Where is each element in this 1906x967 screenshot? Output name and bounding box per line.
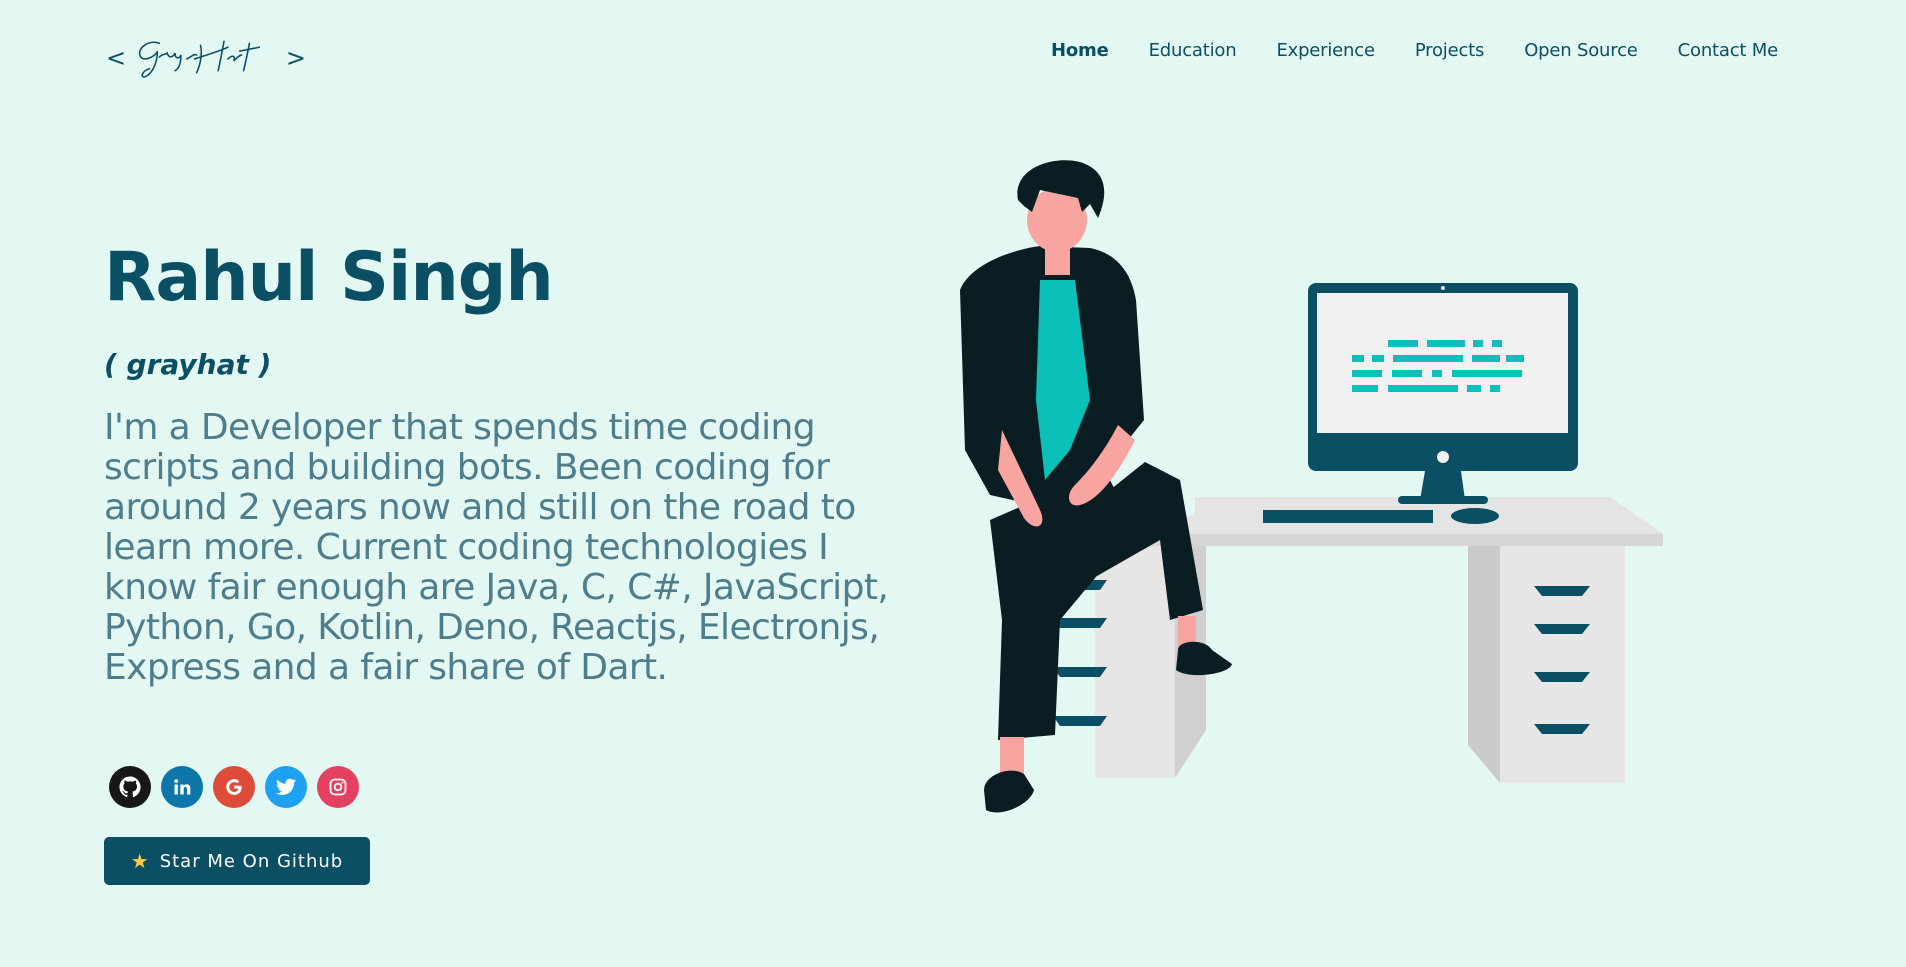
social-links: [109, 766, 359, 808]
logo[interactable]: < >: [106, 30, 306, 86]
site-header: < > Home Education Experience Projects O…: [0, 0, 1906, 110]
google-icon: [226, 779, 242, 795]
nav-item-projects[interactable]: Projects: [1415, 40, 1485, 61]
keyboard-illustration: [1263, 510, 1433, 523]
signature-logo-icon: [138, 40, 261, 78]
github-link[interactable]: [109, 766, 151, 808]
logo-close-bracket: >: [285, 44, 306, 72]
github-icon: [119, 776, 141, 798]
mouse-illustration: [1451, 508, 1499, 524]
google-link[interactable]: [213, 766, 255, 808]
nav-item-open-source[interactable]: Open Source: [1524, 40, 1638, 61]
instagram-icon: [329, 778, 347, 796]
logo-open-bracket: <: [106, 44, 127, 72]
hero-description: I'm a Developer that spends time coding …: [104, 407, 889, 688]
linkedin-link[interactable]: [161, 766, 203, 808]
nav-item-experience[interactable]: Experience: [1276, 40, 1375, 61]
nav-item-home[interactable]: Home: [1051, 40, 1109, 61]
star-button-label: Star Me On Github: [159, 850, 344, 872]
developer-illustration: [960, 160, 1663, 813]
star-me-on-github-button[interactable]: ★ Star Me On Github: [104, 837, 370, 885]
nav-item-contact-me[interactable]: Contact Me: [1678, 40, 1779, 61]
twitter-icon: [275, 778, 297, 795]
nav-item-education[interactable]: Education: [1149, 40, 1237, 61]
star-icon: ★: [130, 849, 150, 873]
instagram-link[interactable]: [317, 766, 359, 808]
linkedin-icon: [174, 779, 191, 795]
twitter-link[interactable]: [265, 766, 307, 808]
hero-nickname: ( grayhat ): [104, 348, 272, 381]
monitor-illustration: [1308, 283, 1578, 504]
main-nav: Home Education Experience Projects Open …: [1051, 40, 1778, 61]
hero-name: Rahul Singh: [104, 238, 554, 317]
